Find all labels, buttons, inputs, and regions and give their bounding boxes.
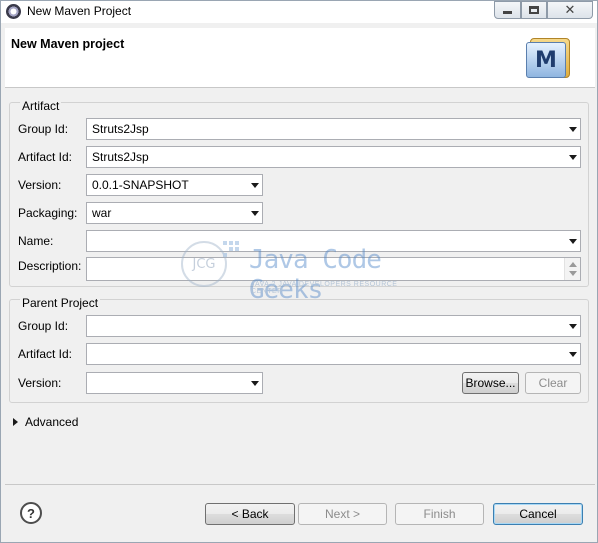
name-label: Name: <box>18 234 54 248</box>
help-icon[interactable]: ? <box>20 502 42 524</box>
advanced-label: Advanced <box>25 415 79 429</box>
logo-front: M <box>526 42 566 78</box>
back-button[interactable]: < Back <box>205 503 295 525</box>
chevron-down-icon <box>569 127 577 132</box>
group-id-combo[interactable]: Struts2Jsp <box>86 118 581 140</box>
chevron-down-icon <box>569 239 577 244</box>
artifact-legend: Artifact <box>20 99 62 113</box>
close-button[interactable]: ✕ <box>547 1 593 19</box>
close-icon: ✕ <box>564 2 576 17</box>
scroll-down-icon <box>569 271 577 276</box>
description-field[interactable] <box>86 257 581 281</box>
chevron-down-icon <box>569 155 577 160</box>
parent-group-id-label: Group Id: <box>18 319 69 333</box>
next-button[interactable]: Next > <box>298 503 387 525</box>
advanced-toggle[interactable]: Advanced <box>13 415 78 429</box>
chevron-down-icon <box>251 211 259 216</box>
finish-button[interactable]: Finish <box>395 503 484 525</box>
title-bar: New Maven Project ✕ <box>1 1 597 23</box>
parent-version-label: Version: <box>18 376 62 390</box>
name-combo[interactable] <box>86 230 581 252</box>
parent-project-legend: Parent Project <box>20 296 101 310</box>
group-id-label: Group Id: <box>18 122 69 136</box>
description-label: Description: <box>18 259 82 273</box>
chevron-down-icon <box>569 352 577 357</box>
maximize-icon <box>529 6 539 14</box>
packaging-label: Packaging: <box>18 206 78 220</box>
parent-version-combo[interactable] <box>86 372 263 394</box>
group-id-value: Struts2Jsp <box>92 122 149 136</box>
scroll-up-icon <box>569 262 577 267</box>
parent-artifact-id-label: Artifact Id: <box>18 347 73 361</box>
browse-button[interactable]: Browse... <box>462 372 519 394</box>
chevron-down-icon <box>251 183 259 188</box>
parent-artifact-id-combo[interactable] <box>86 343 581 365</box>
page-title: New Maven project <box>11 37 125 51</box>
eclipse-icon <box>6 4 21 19</box>
minimize-button[interactable] <box>494 1 521 19</box>
artifact-id-combo[interactable]: Struts2Jsp <box>86 146 581 168</box>
maven-project-dialog: New Maven Project ✕ New Maven project M … <box>0 0 598 543</box>
version-label: Version: <box>18 178 62 192</box>
window-title: New Maven Project <box>27 4 132 18</box>
description-scrollbar[interactable] <box>564 258 580 280</box>
footer-divider <box>5 484 595 485</box>
artifact-id-value: Struts2Jsp <box>92 150 149 164</box>
version-combo[interactable]: 0.0.1-SNAPSHOT <box>86 174 263 196</box>
chevron-down-icon <box>251 381 259 386</box>
version-value: 0.0.1-SNAPSHOT <box>92 178 189 192</box>
chevron-down-icon <box>569 324 577 329</box>
maximize-button[interactable] <box>521 1 547 19</box>
wizard-banner: New Maven project M <box>5 28 595 88</box>
packaging-combo[interactable]: war <box>86 202 263 224</box>
cancel-button[interactable]: Cancel <box>493 503 583 525</box>
maven-logo-icon: M <box>526 38 571 80</box>
minimize-icon <box>503 11 512 14</box>
artifact-id-label: Artifact Id: <box>18 150 73 164</box>
parent-group-id-combo[interactable] <box>86 315 581 337</box>
clear-button[interactable]: Clear <box>525 372 581 394</box>
packaging-value: war <box>92 206 112 220</box>
chevron-right-icon <box>13 418 18 426</box>
